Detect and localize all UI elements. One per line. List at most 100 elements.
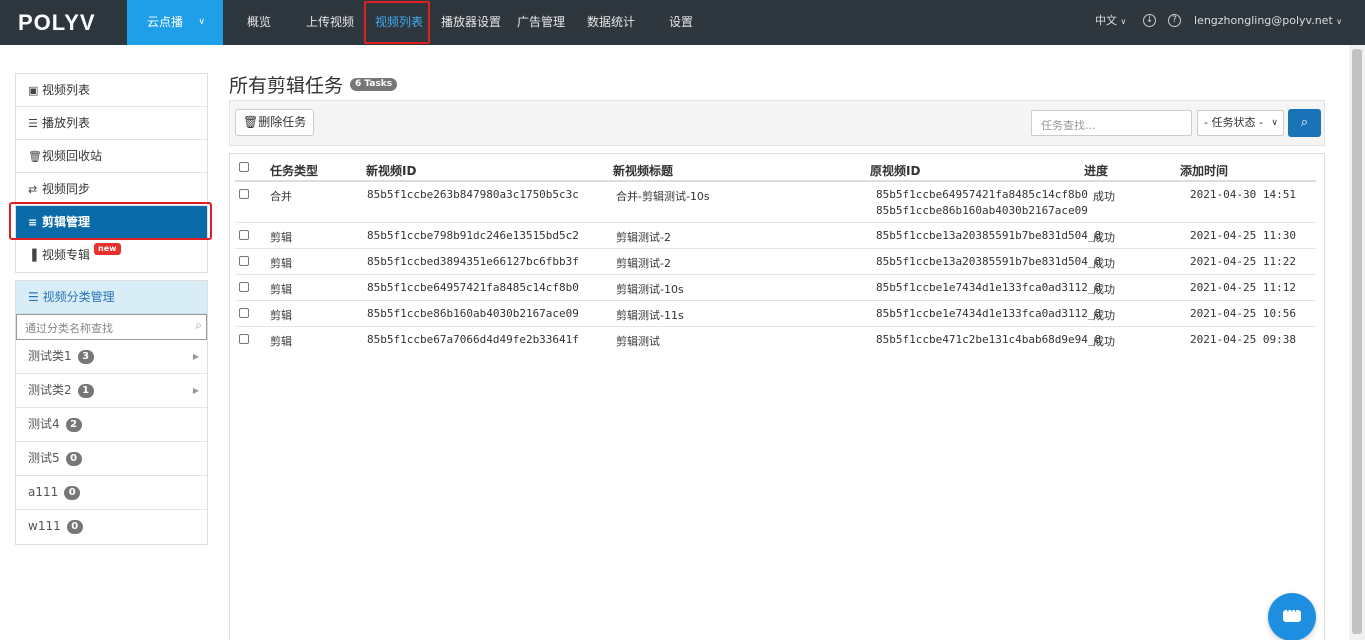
user-menu[interactable]: lengzhongling@polyv.net ∨ xyxy=(1194,0,1342,45)
cell-title: 剪辑测试-10s xyxy=(616,283,684,296)
cell-type: 剪辑 xyxy=(270,283,292,296)
chat-support-button[interactable] xyxy=(1268,593,1316,640)
cell-time: 2021-04-25 11:12 xyxy=(1190,281,1296,294)
help-icon[interactable]: ? xyxy=(1168,14,1181,27)
column-header-new-title[interactable]: 新视频标题 xyxy=(613,162,673,179)
table-header-divider xyxy=(235,180,1316,182)
top-navbar: POLYV 云点播 ∨ 概览 上传视频 视频列表 播放器设置 广告管理 数据统计… xyxy=(0,0,1365,45)
category-item[interactable]: 测试4 2 xyxy=(16,408,207,442)
nav-highlight-box xyxy=(364,1,430,44)
cell-title: 合并-剪辑测试-10s xyxy=(616,190,710,203)
product-label: 云点播 xyxy=(147,15,184,29)
category-count: 1 xyxy=(77,383,94,398)
cell-orig-id: 85b5f1ccbe13a20385591b7be831d504_8 xyxy=(876,229,1102,242)
trash-icon: 🗑 xyxy=(243,115,259,129)
chevron-down-icon: ∨ xyxy=(1120,17,1127,26)
nav-upload-video[interactable]: 上传视频 xyxy=(306,0,354,45)
cell-new-id: 85b5f1ccbe64957421fa8485c14cf8b0 xyxy=(367,281,579,294)
select-all-checkbox[interactable] xyxy=(239,162,249,172)
category-panel-title: 视频分类管理 xyxy=(42,290,115,304)
columns-icon: ▐ xyxy=(28,249,37,262)
nav-ad-management[interactable]: 广告管理 xyxy=(517,0,565,45)
category-search-placeholder: 通过分类名称查找 xyxy=(25,322,113,335)
cell-title: 剪辑测试 xyxy=(616,335,660,348)
delete-task-button[interactable]: 🗑删除任务 xyxy=(235,109,315,136)
category-panel-header[interactable]: ☰ 视频分类管理 xyxy=(16,281,207,314)
cell-orig-id: 85b5f1ccbe86b160ab4030b2167ace09 xyxy=(876,204,1088,217)
chevron-down-icon: ∨ xyxy=(198,17,205,27)
cell-orig-id: 85b5f1ccbe64957421fa8485c14cf8b0 xyxy=(876,188,1088,201)
cell-new-id: 85b5f1ccbed3894351e66127bc6fbb3f xyxy=(367,255,579,268)
nav-overview[interactable]: 概览 xyxy=(247,0,271,45)
language-switcher[interactable]: 中文 ∨ xyxy=(1095,0,1126,45)
category-name: w111 xyxy=(28,519,61,533)
cell-progress: 成功 xyxy=(1093,231,1115,244)
search-button[interactable]: ⌕ xyxy=(1288,109,1321,137)
polyv-logo[interactable]: POLYV xyxy=(18,10,96,36)
cell-progress: 成功 xyxy=(1093,257,1115,270)
column-header-orig-id[interactable]: 原视频ID xyxy=(870,162,920,179)
page-scrollbar[interactable] xyxy=(1349,45,1365,640)
row-divider xyxy=(235,326,1316,327)
row-divider xyxy=(235,300,1316,301)
category-name: 测试5 xyxy=(28,451,60,465)
category-search-input[interactable]: 通过分类名称查找 ⌕ xyxy=(16,314,207,340)
category-item[interactable]: 测试类1 3 ▶ xyxy=(16,340,207,374)
task-search-input[interactable]: 任务查找... xyxy=(1031,110,1192,136)
cell-type: 剪辑 xyxy=(270,309,292,322)
page-title: 所有剪辑任务 xyxy=(229,75,344,97)
category-name: a111 xyxy=(28,485,59,499)
category-name: 测试4 xyxy=(28,417,60,431)
product-switcher[interactable]: 云点播 ∨ xyxy=(127,0,223,45)
download-icon[interactable]: ↓ xyxy=(1143,14,1156,27)
column-header-add-time[interactable]: 添加时间 xyxy=(1180,162,1228,179)
row-checkbox[interactable] xyxy=(239,334,249,344)
cell-title: 剪辑测试-2 xyxy=(616,231,671,244)
user-email: lengzhongling@polyv.net xyxy=(1194,14,1333,27)
sidebar-item-recycle-bin[interactable]: 🗑视频回收站 xyxy=(16,140,207,173)
column-header-type[interactable]: 任务类型 xyxy=(270,162,318,179)
sidebar-item-video-list[interactable]: ▣ 视频列表 xyxy=(16,74,207,107)
cell-new-id: 85b5f1ccbe86b160ab4030b2167ace09 xyxy=(367,307,579,320)
caret-right-icon[interactable]: ▶ xyxy=(193,374,199,407)
language-label: 中文 xyxy=(1095,14,1117,27)
category-item[interactable]: w111 0 xyxy=(16,510,207,544)
cell-orig-id: 85b5f1ccbe1e7434d1e133fca0ad3112_8 xyxy=(876,307,1102,320)
cell-type: 剪辑 xyxy=(270,335,292,348)
column-header-new-id[interactable]: 新视频ID xyxy=(366,162,416,179)
cell-time: 2021-04-30 14:51 xyxy=(1190,188,1296,201)
caret-right-icon[interactable]: ▶ xyxy=(193,340,199,373)
scrollbar-thumb[interactable] xyxy=(1352,49,1362,634)
cell-new-id: 85b5f1ccbe67a7066d4d49fe2b33641f xyxy=(367,333,579,346)
trash-icon: 🗑 xyxy=(28,150,42,163)
nav-player-settings[interactable]: 播放器设置 xyxy=(441,0,501,45)
row-checkbox[interactable] xyxy=(239,308,249,318)
row-checkbox[interactable] xyxy=(239,282,249,292)
category-item[interactable]: 测试5 0 xyxy=(16,442,207,476)
category-count: 0 xyxy=(64,485,81,500)
column-header-progress[interactable]: 进度 xyxy=(1084,162,1108,179)
search-icon: ⌕ xyxy=(1300,115,1309,130)
sidebar-item-label: 视频列表 xyxy=(42,83,91,97)
row-checkbox[interactable] xyxy=(239,189,249,199)
search-icon[interactable]: ⌕ xyxy=(195,318,202,333)
row-checkbox[interactable] xyxy=(239,256,249,266)
sidebar-item-label: 视频同步 xyxy=(42,182,91,196)
category-item[interactable]: a111 0 xyxy=(16,476,207,510)
chevron-down-icon: ∨ xyxy=(1336,17,1343,26)
category-item[interactable]: 测试类2 1 ▶ xyxy=(16,374,207,408)
nav-statistics[interactable]: 数据统计 xyxy=(587,0,635,45)
row-checkbox[interactable] xyxy=(239,230,249,240)
chat-icon xyxy=(1283,604,1301,622)
task-table: 任务类型 新视频ID 新视频标题 原视频ID 进度 添加时间 合并 85b5f1… xyxy=(229,153,1325,640)
task-status-select[interactable]: - 任务状态 - ∨ xyxy=(1197,110,1284,136)
sidebar-item-label: 视频专辑 xyxy=(42,248,91,262)
cell-progress: 成功 xyxy=(1093,309,1115,322)
cell-new-id: 85b5f1ccbe798b91dc246e13515bd5c2 xyxy=(367,229,579,242)
nav-settings[interactable]: 设置 xyxy=(669,0,693,45)
cell-orig-id: 85b5f1ccbe471c2be131c4bab68d9e94_8 xyxy=(876,333,1102,346)
row-divider xyxy=(235,274,1316,275)
sidebar-item-playlist[interactable]: ☰ 播放列表 xyxy=(16,107,207,140)
cell-time: 2021-04-25 10:56 xyxy=(1190,307,1296,320)
cell-time: 2021-04-25 09:38 xyxy=(1190,333,1296,346)
